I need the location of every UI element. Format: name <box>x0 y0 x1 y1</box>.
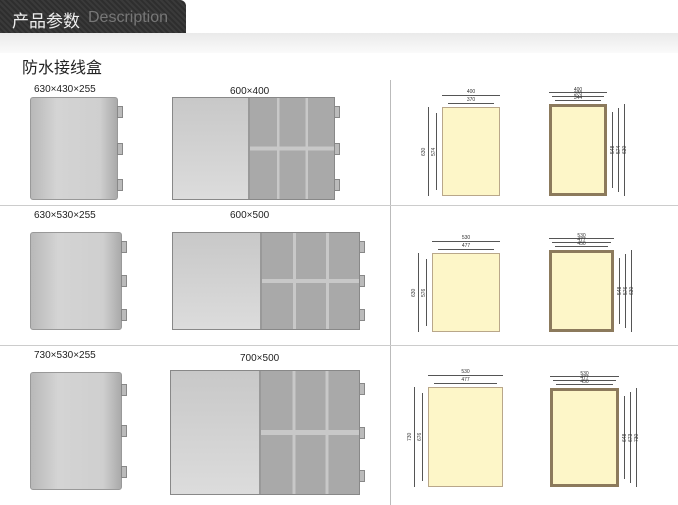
hinge <box>121 466 127 479</box>
latch <box>359 382 365 395</box>
dimension-height: 730 <box>407 432 413 441</box>
hinge <box>117 142 123 155</box>
latch <box>359 470 365 483</box>
dimension-inner-width: 477 <box>461 243 471 249</box>
latch <box>334 142 340 155</box>
hinge <box>117 106 123 119</box>
mounting-plate-drawing <box>428 387 503 487</box>
inner-size-label: 700×500 <box>240 353 280 364</box>
dimension-width: 450 <box>580 379 589 385</box>
dimension-width: 344 <box>573 95 583 101</box>
description-tab[interactable]: 产品参数 Description <box>0 0 186 33</box>
latch <box>359 275 365 287</box>
dimension-height: 630 <box>629 286 635 295</box>
inner-size-label: 600×500 <box>230 210 270 221</box>
dimension-inner-width: 370 <box>466 97 476 103</box>
latch <box>334 178 340 191</box>
dimension-height: 730 <box>634 433 640 442</box>
inner-size-label: 600×400 <box>230 86 270 97</box>
row-divider <box>0 205 678 206</box>
mounting-plate-drawing <box>432 253 500 332</box>
dimension-inner-height: 576 <box>421 288 427 297</box>
dimension-width: 450 <box>577 241 586 247</box>
dimension-inner-height: 574 <box>431 147 437 156</box>
dimension-inner-height: 676 <box>417 432 423 441</box>
hinge <box>121 275 127 287</box>
closed-box-image <box>30 372 122 490</box>
row-divider <box>0 345 678 346</box>
dimension-inner-width: 477 <box>461 377 470 383</box>
enclosure-base-drawing <box>550 388 619 487</box>
section-title: 防水接线盒 <box>22 60 103 77</box>
closed-box-image <box>30 232 122 330</box>
open-box-image <box>170 370 360 495</box>
column-divider <box>390 80 391 505</box>
tab-title-cn: 产品参数 <box>12 12 80 31</box>
latch <box>359 240 365 253</box>
open-box-image <box>172 97 335 200</box>
dimension-width: 400 <box>466 89 476 95</box>
box-size-label: 730×530×255 <box>34 350 96 361</box>
dimension-height: 630 <box>421 147 427 156</box>
dimension-width: 530 <box>461 235 471 241</box>
enclosure-base-drawing <box>549 250 614 332</box>
closed-box-image <box>30 97 118 200</box>
dimension-height: 630 <box>622 145 628 154</box>
tab-title-en: Description <box>88 9 169 26</box>
mounting-plate-drawing <box>442 107 500 196</box>
hinge <box>121 240 127 253</box>
hinge <box>117 178 123 191</box>
open-box-image <box>172 232 360 330</box>
hinge <box>121 425 127 437</box>
hinge <box>121 383 127 396</box>
latch <box>359 309 365 322</box>
box-size-label: 630×530×255 <box>34 210 96 221</box>
latch <box>334 106 340 119</box>
hinge <box>121 309 127 322</box>
dimension-width: 530 <box>461 369 470 375</box>
enclosure-base-drawing <box>549 104 607 196</box>
header-band <box>0 33 678 53</box>
dimension-height: 630 <box>411 288 417 297</box>
latch <box>359 426 365 439</box>
box-size-label: 630×430×255 <box>34 84 96 95</box>
